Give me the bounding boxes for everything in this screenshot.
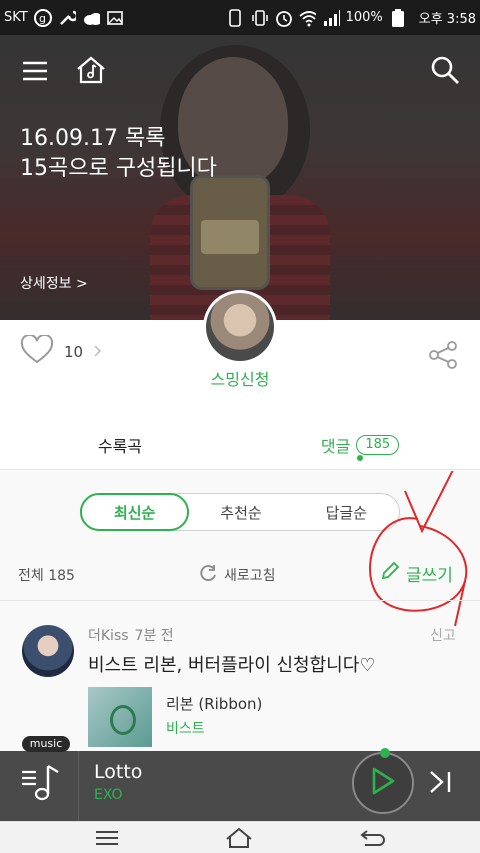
- playlist-title-line2: 15곡으로 구성됩니다: [20, 156, 217, 181]
- wifi-icon: [298, 9, 316, 27]
- attached-song[interactable]: 리본 (Ribbon) 비스트: [88, 687, 262, 747]
- signal-icon: [322, 9, 340, 27]
- comment-meta: 더Kiss 7분 전: [88, 625, 174, 645]
- sort-recommended[interactable]: 추천순: [188, 494, 293, 530]
- divider: [0, 600, 480, 601]
- vibrate-icon: [250, 9, 268, 27]
- comment-text: 비스트 리본, 버터플라이 신청합니다♡: [88, 655, 376, 676]
- cloud-icon: [82, 9, 100, 27]
- playlist-title-line1: 16.09.17 목록: [20, 126, 166, 151]
- play-icon: [370, 766, 396, 800]
- comment-section: 최신순 추천순 답글순 전체 185 새로고침 글쓰기 더Kiss 7분 전 신…: [0, 471, 480, 751]
- player-separator: [78, 751, 79, 821]
- svg-text:g: g: [39, 12, 46, 25]
- alarm-icon: [274, 9, 292, 27]
- tab-tracks-label: 수록곡: [97, 436, 143, 456]
- content-tabs: 수록곡 댓글 185: [0, 420, 480, 470]
- refresh-button[interactable]: 새로고침: [198, 563, 276, 587]
- home-icon[interactable]: [73, 52, 109, 88]
- battery-percent: 100%: [345, 10, 383, 25]
- detail-link[interactable]: 상세정보 >: [20, 273, 88, 293]
- like-count: 10: [64, 343, 84, 361]
- sort-segmented-control: 최신순 추천순 답글순: [80, 493, 400, 531]
- song-album-art: [88, 687, 152, 747]
- menu-icon[interactable]: [17, 53, 53, 89]
- battery-icon: [389, 8, 407, 27]
- now-playing-title[interactable]: Lotto: [94, 761, 142, 783]
- comment-time: 7분 전: [134, 628, 174, 644]
- carrier-label: SKT: [4, 10, 28, 25]
- playlist-title: 16.09.17 목록 15곡으로 구성됩니다: [20, 124, 217, 184]
- song-title: 리본 (Ribbon): [166, 695, 263, 713]
- comments-total: 전체 185: [18, 568, 75, 584]
- sort-replies[interactable]: 답글순: [294, 494, 399, 530]
- music-tag: music: [22, 736, 70, 752]
- search-icon[interactable]: [427, 52, 463, 88]
- refresh-label: 새로고침: [224, 568, 276, 584]
- system-nav-bar: [0, 821, 480, 853]
- like-group[interactable]: 10: [20, 333, 103, 369]
- tab-tracks[interactable]: 수록곡: [0, 420, 240, 469]
- clock: 오후 3:58: [418, 12, 476, 27]
- tab-comments-label: 댓글: [320, 436, 351, 456]
- active-tab-indicator: [357, 455, 363, 461]
- comment-author-avatar[interactable]: [22, 625, 74, 677]
- comments-count-badge: 185: [356, 434, 400, 455]
- write-label: 글쓰기: [406, 566, 453, 586]
- tab-comments[interactable]: 댓글 185: [240, 420, 480, 469]
- comments-toolbar: 전체 185 새로고침 글쓰기: [0, 555, 480, 591]
- report-button[interactable]: 신고: [430, 625, 456, 645]
- write-comment-button[interactable]: 글쓰기: [380, 561, 453, 586]
- song-artist: 비스트: [166, 721, 205, 737]
- screen-rotate-icon: [226, 8, 244, 27]
- image-icon: [106, 9, 124, 27]
- back-icon[interactable]: [358, 826, 388, 850]
- pencil-icon: [380, 561, 400, 586]
- g-app-icon: g: [33, 8, 52, 27]
- heart-icon[interactable]: [20, 333, 54, 369]
- chevron-right-icon: [93, 343, 103, 362]
- next-track-icon[interactable]: [428, 768, 454, 800]
- owner-name[interactable]: 스밍신청: [0, 366, 480, 390]
- wrench-icon: [58, 9, 76, 27]
- now-playing-artist: EXO: [94, 787, 123, 803]
- progress-indicator[interactable]: [380, 748, 390, 758]
- playlist-hero: 16.09.17 목록 15곡으로 구성됩니다 상세정보 >: [0, 35, 480, 320]
- owner-avatar[interactable]: [203, 290, 277, 364]
- play-button[interactable]: [352, 752, 414, 814]
- refresh-icon: [198, 563, 218, 587]
- sort-latest[interactable]: 최신순: [80, 493, 190, 531]
- comment-author[interactable]: 더Kiss: [88, 625, 129, 645]
- home-nav-icon[interactable]: [224, 826, 254, 850]
- playlist-icon[interactable]: [20, 760, 64, 812]
- recent-apps-icon[interactable]: [92, 826, 122, 850]
- status-bar: SKT g 100% 오후 3:58: [0, 0, 480, 35]
